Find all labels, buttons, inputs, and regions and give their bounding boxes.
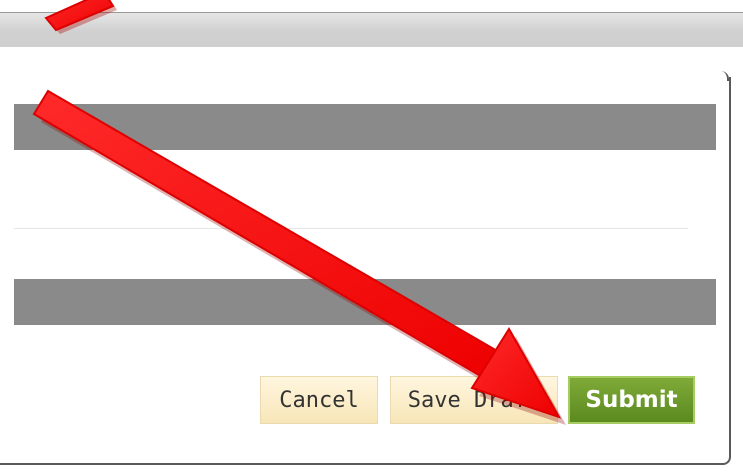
submit-button[interactable]: Submit	[568, 376, 695, 424]
top-gray-bar	[0, 12, 743, 47]
section-divider	[14, 228, 688, 229]
section-header-bar	[14, 279, 716, 325]
save-draft-button[interactable]: Save Draft	[390, 376, 558, 424]
cancel-button[interactable]: Cancel	[260, 376, 378, 424]
section-header-bar	[14, 104, 716, 150]
screenshot-stage: Cancel Save Draft Submit	[0, 0, 743, 476]
panel-corner	[717, 71, 729, 81]
